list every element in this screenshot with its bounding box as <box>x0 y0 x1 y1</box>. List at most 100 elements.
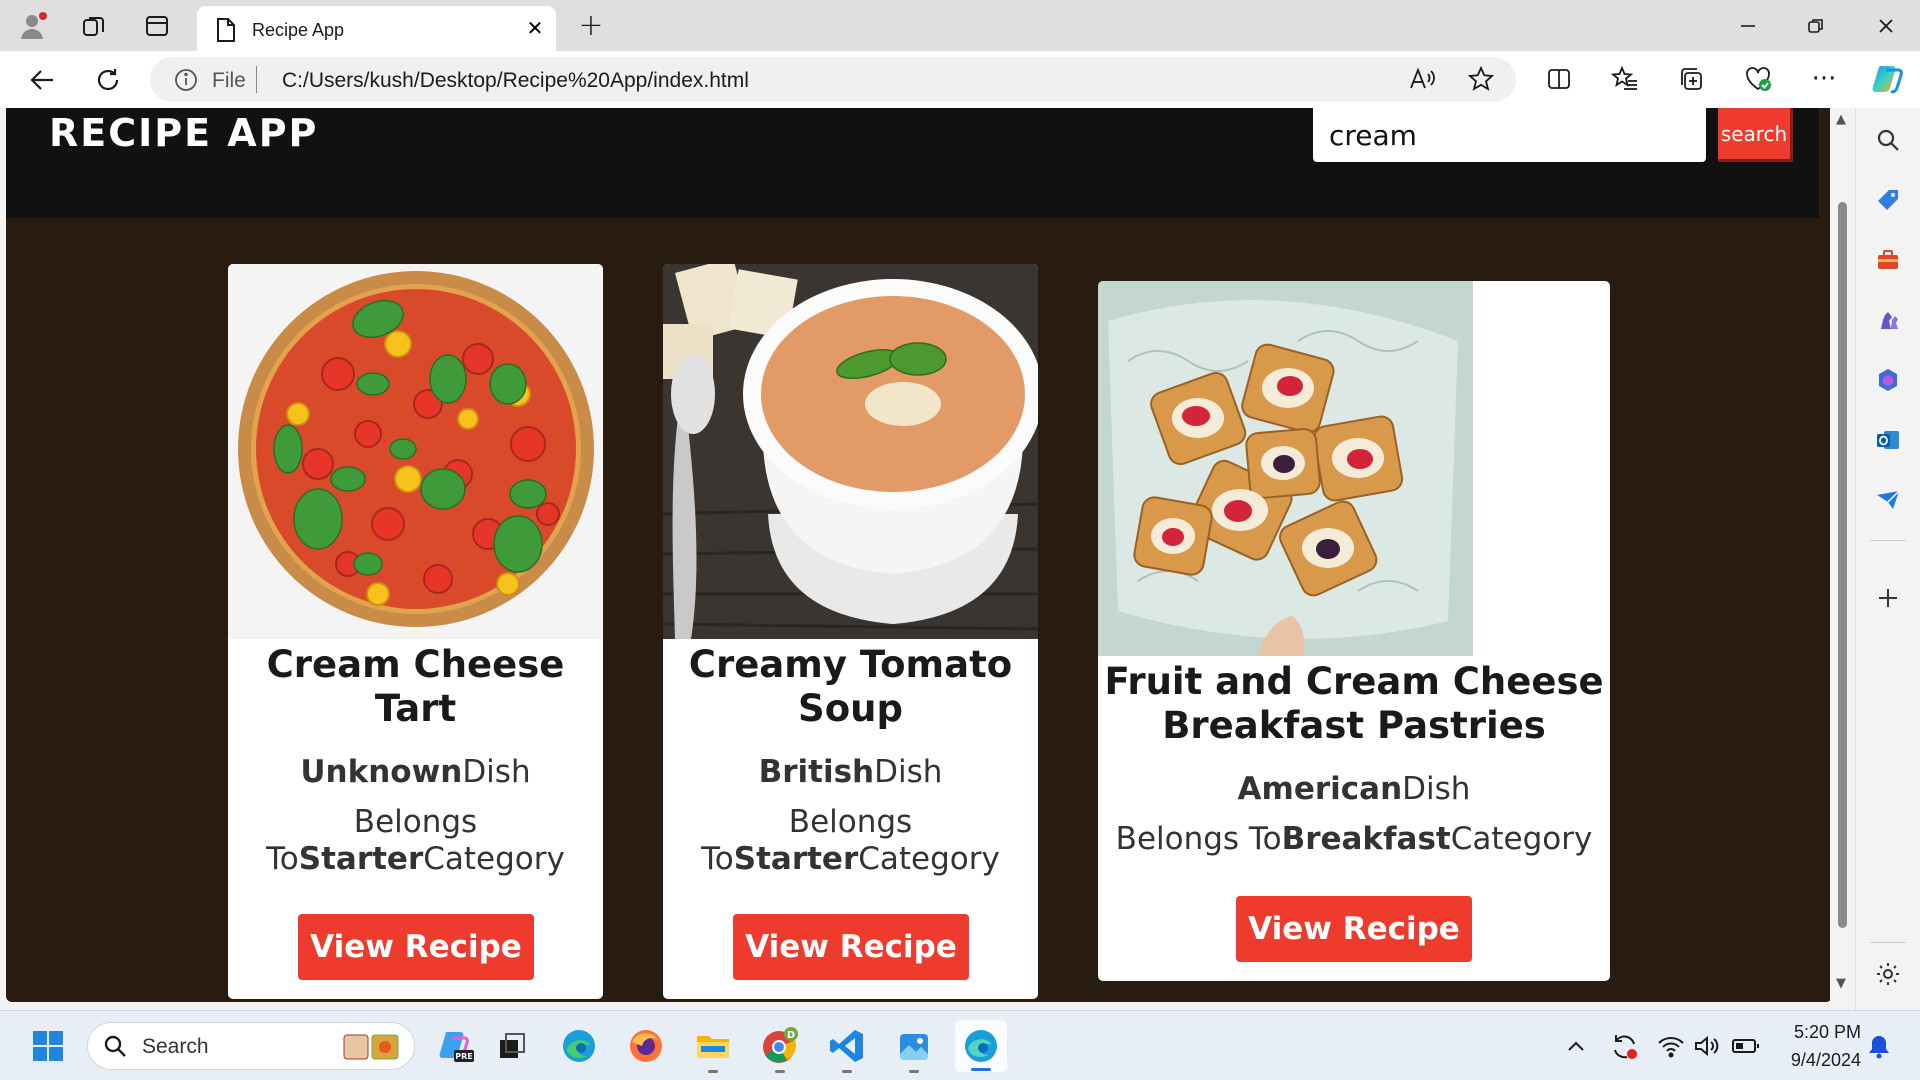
sidebar-search-icon[interactable] <box>1870 122 1906 158</box>
edge-sidebar <box>1855 108 1920 1010</box>
document-icon <box>215 17 237 47</box>
file-explorer-icon[interactable] <box>691 1024 735 1073</box>
address-separator <box>256 66 257 93</box>
scroll-down-arrow-icon[interactable]: ▼ <box>1836 976 1846 991</box>
tab-actions-icon[interactable] <box>141 10 173 42</box>
recipe-area: UnknownDish <box>228 754 603 790</box>
recipe-page: RECIPE APP search <box>6 108 1832 1002</box>
games-chess-icon[interactable] <box>1870 302 1906 338</box>
taskbar-clock-date[interactable]: 9/4/2024 <box>1769 1050 1861 1071</box>
recipe-area-name: Unknown <box>300 754 463 790</box>
tools-briefcase-icon[interactable] <box>1870 242 1906 278</box>
notification-bell-icon[interactable] <box>1864 1031 1894 1061</box>
recipe-search-input[interactable] <box>1313 108 1706 162</box>
recipe-area-name: American <box>1237 771 1403 807</box>
battery-icon[interactable] <box>1730 1031 1762 1061</box>
address-bar[interactable]: File C:/Users/kush/Desktop/Recipe%20App/… <box>150 57 1516 102</box>
back-arrow-icon[interactable] <box>24 62 60 98</box>
workspaces-icon[interactable] <box>78 10 110 42</box>
svg-text:D: D <box>787 1030 795 1041</box>
active-indicator <box>971 1068 991 1071</box>
address-url[interactable]: C:/Users/kush/Desktop/Recipe%20App/index… <box>282 69 749 93</box>
tab-title: Recipe App <box>252 20 345 40</box>
recipe-area-suffix: Dish <box>462 754 531 790</box>
view-recipe-button[interactable]: View Recipe <box>1236 896 1472 962</box>
task-view-icon[interactable] <box>490 1024 534 1068</box>
more-options-icon[interactable]: ··· <box>1807 62 1841 96</box>
microsoft-365-icon[interactable] <box>1870 362 1906 398</box>
outlook-icon[interactable] <box>1870 422 1906 458</box>
page-viewport: RECIPE APP search <box>0 108 1855 1010</box>
reload-icon[interactable] <box>90 62 126 98</box>
recipe-area-name: British <box>758 754 875 790</box>
recipe-category-suffix: Category <box>423 841 565 877</box>
recipe-category-name: Breakfast <box>1281 821 1451 857</box>
recipe-area-suffix: Dish <box>874 754 943 790</box>
running-indicator <box>909 1070 919 1073</box>
site-title: RECIPE APP <box>49 111 319 155</box>
wifi-icon[interactable] <box>1656 1031 1686 1061</box>
page-scrollbar[interactable]: ▲ ▼ <box>1830 108 1855 1002</box>
recipe-area: AmericanDish <box>1098 771 1610 807</box>
recipe-card: Cream Cheese Tart UnknownDish Belongs To… <box>228 264 603 999</box>
favorites-list-icon[interactable] <box>1608 62 1642 96</box>
recipe-area: BritishDish <box>663 754 1038 790</box>
volume-icon[interactable] <box>1692 1031 1722 1061</box>
send-drop-icon[interactable] <box>1870 482 1906 518</box>
view-recipe-button[interactable]: View Recipe <box>733 914 969 980</box>
photos-app-icon[interactable] <box>892 1024 936 1073</box>
windows-start-icon[interactable] <box>26 1024 70 1068</box>
recipe-area-suffix: Dish <box>1402 771 1471 807</box>
copilot-icon[interactable] <box>1869 60 1907 98</box>
split-screen-icon[interactable] <box>1542 62 1576 96</box>
read-aloud-icon[interactable] <box>1405 62 1439 96</box>
recipe-category-name: Starter <box>733 841 859 877</box>
taskbar-search-label: Search <box>142 1035 209 1058</box>
recipe-card: Fruit and Cream Cheese Breakfast Pastrie… <box>1098 281 1610 981</box>
edge-dev-active-icon[interactable] <box>955 1020 1007 1072</box>
browser-tab-active[interactable]: Recipe App ✕ <box>197 6 556 51</box>
close-window-icon[interactable] <box>1868 10 1904 42</box>
address-scheme-label: File <box>212 69 246 92</box>
recipe-title: Creamy Tomato Soup <box>688 643 1013 730</box>
profile-avatar-icon[interactable] <box>18 10 50 42</box>
fruit-pastries-photo <box>1098 281 1473 656</box>
recipe-title: Fruit and Cream Cheese Breakfast Pastrie… <box>1104 660 1604 747</box>
scrollbar-thumb[interactable] <box>1838 202 1847 928</box>
firefox-icon[interactable] <box>624 1024 668 1068</box>
scroll-up-arrow-icon[interactable]: ▲ <box>1836 112 1846 127</box>
copilot-preview-icon[interactable]: PRE <box>434 1024 478 1068</box>
add-sidebar-app-icon[interactable] <box>1870 580 1906 616</box>
collections-icon[interactable] <box>1674 62 1708 96</box>
recipe-category: Belongs ToStarterCategory <box>663 804 1038 878</box>
recipe-title: Cream Cheese Tart <box>266 643 565 730</box>
running-indicator <box>708 1070 718 1073</box>
minimize-window-icon[interactable] <box>1730 10 1766 42</box>
sync-alert-icon[interactable] <box>1609 1031 1641 1063</box>
search-button[interactable]: search <box>1718 108 1793 162</box>
browser-essentials-icon[interactable] <box>1741 62 1775 96</box>
recipe-category: Belongs ToBreakfastCategory <box>1098 821 1610 858</box>
restore-window-icon[interactable] <box>1798 10 1834 42</box>
browser-tab-bar: Recipe App ✕ + <box>0 0 1920 51</box>
search-highlight-icon <box>342 1032 402 1066</box>
sidebar-settings-gear-icon[interactable] <box>1870 956 1906 992</box>
show-hidden-icons-chevron-icon[interactable] <box>1564 1031 1588 1061</box>
edge-browser-icon[interactable] <box>557 1024 601 1068</box>
close-tab-icon[interactable]: ✕ <box>523 16 547 40</box>
view-recipe-button[interactable]: View Recipe <box>298 914 534 980</box>
sidebar-divider <box>1870 942 1906 943</box>
new-tab-icon[interactable]: + <box>575 8 607 43</box>
chrome-browser-icon[interactable]: D <box>758 1024 802 1073</box>
shopping-tag-icon[interactable] <box>1870 182 1906 218</box>
site-info-icon[interactable] <box>174 68 198 96</box>
favorite-star-icon[interactable] <box>1464 62 1498 96</box>
taskbar-clock-time[interactable]: 5:20 PM <box>1779 1022 1861 1043</box>
recipe-category-suffix: Category <box>858 841 1000 877</box>
vscode-icon[interactable] <box>825 1024 869 1073</box>
sidebar-divider <box>1870 540 1906 541</box>
recipe-category-prefix: Belongs To <box>1115 821 1282 857</box>
site-header: RECIPE APP search <box>6 108 1819 218</box>
taskbar-search-box[interactable]: Search <box>87 1022 415 1070</box>
running-indicator <box>842 1070 852 1073</box>
